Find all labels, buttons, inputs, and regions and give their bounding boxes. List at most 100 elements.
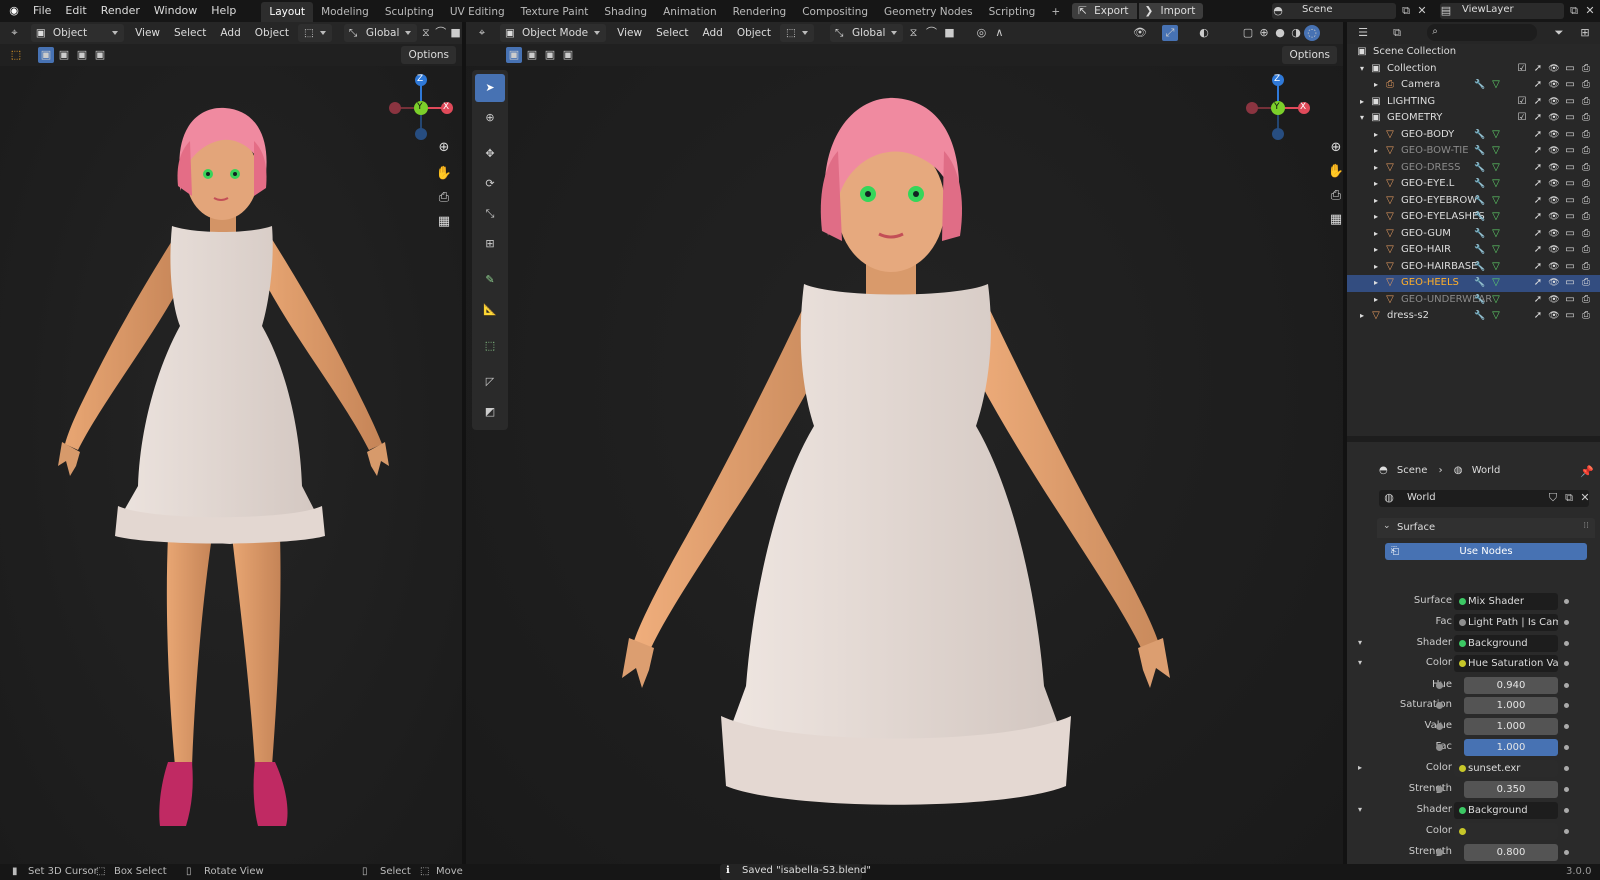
select-tool-icon[interactable]: ⬚ — [8, 47, 24, 63]
keyframe-dot-icon[interactable] — [1564, 683, 1569, 688]
orientation-dropdown-left[interactable]: ⤡ Global — [343, 24, 418, 42]
socket-link-field[interactable]: Light Path | Is Came... — [1454, 614, 1558, 631]
eye-icon[interactable]: 👁 — [1547, 276, 1561, 290]
expand-arrow-icon[interactable]: ▸ — [1369, 276, 1383, 290]
modifier-wrench-icon[interactable]: 🔧 — [1473, 78, 1487, 92]
select-mode-intersect-icon[interactable]: ▣ — [92, 47, 108, 63]
duplicate-world-icon[interactable]: ⧉ — [1561, 490, 1577, 506]
new-scene-icon[interactable]: ⧉ — [1398, 3, 1414, 19]
outliner-row-geo-heels[interactable]: ▸ ▽ GEO-HEELS 🔧 ▽ ➚ 👁 ▭ ⎙ — [1347, 275, 1600, 292]
keyframe-dot-icon[interactable] — [1564, 641, 1569, 646]
menu-file[interactable]: File — [26, 0, 58, 22]
proportional-icon-right[interactable]: ⌒ — [923, 25, 939, 41]
outliner-row-dress-s2[interactable]: ▸ ▽ dress-s2 🔧 ▽ ➚ 👁 ▭ ⎙ — [1347, 308, 1600, 325]
menu-window[interactable]: Window — [147, 0, 204, 22]
monitor-icon[interactable]: ▭ — [1563, 293, 1577, 307]
monitor-icon[interactable]: ▭ — [1563, 78, 1577, 92]
eye-icon[interactable]: 👁 — [1547, 227, 1561, 241]
keyframe-dot-icon[interactable] — [1564, 599, 1569, 604]
outliner-row-geo-eyebrow[interactable]: ▸ ▽ GEO-EYEBROW 🔧 ▽ ➚ 👁 ▭ ⎙ — [1347, 193, 1600, 210]
proportional-icon-left[interactable]: ⌒ — [434, 25, 447, 41]
render-camera-toggle-icon[interactable]: ⎙ — [1579, 95, 1593, 109]
eye-icon[interactable]: 👁 — [1547, 95, 1561, 109]
select-mode-subtract-icon[interactable]: ▣ — [74, 47, 90, 63]
modifier-wrench-icon[interactable]: 🔧 — [1473, 309, 1487, 323]
eye-icon[interactable]: 👁 — [1547, 243, 1561, 257]
measure-tool[interactable]: 📐 — [475, 296, 505, 324]
expand-triangle-icon[interactable]: ▾ — [1358, 805, 1362, 814]
selectable-arrow-icon[interactable]: ➚ — [1531, 260, 1545, 274]
pan-hand-icon-right[interactable]: ✋ — [1326, 162, 1343, 182]
import-button[interactable]: ❯ Import — [1138, 3, 1204, 19]
monitor-icon[interactable]: ▭ — [1563, 194, 1577, 208]
editor-type-icon-right[interactable]: ⌖ — [474, 25, 490, 41]
selectable-arrow-icon[interactable]: ➚ — [1531, 227, 1545, 241]
render-camera-toggle-icon[interactable]: ⎙ — [1579, 227, 1593, 241]
render-camera-toggle-icon[interactable]: ⎙ — [1579, 210, 1593, 224]
zoom-icon-right[interactable]: ⊕ — [1326, 138, 1343, 158]
modifier-wrench-icon[interactable]: 🔧 — [1473, 194, 1487, 208]
selectable-arrow-icon[interactable]: ➚ — [1531, 293, 1545, 307]
outliner-row-geo-dress[interactable]: ▸ ▽ GEO-DRESS 🔧 ▽ ➚ 👁 ▭ ⎙ — [1347, 160, 1600, 177]
editor-type-icon[interactable]: ⌖ — [8, 25, 21, 41]
viewport-menu-select-right[interactable]: Select — [649, 24, 695, 42]
monitor-icon[interactable]: ▭ — [1563, 161, 1577, 175]
value-slider[interactable]: 1.000 — [1464, 718, 1558, 735]
outliner-row-geo-body[interactable]: ▸ ▽ GEO-BODY 🔧 ▽ ➚ 👁 ▭ ⎙ — [1347, 127, 1600, 144]
tab-modeling[interactable]: Modeling — [313, 2, 377, 22]
save-report[interactable]: ℹ Saved "isabella-S3.blend" — [720, 864, 871, 880]
eye-icon[interactable]: 👁 — [1547, 111, 1561, 125]
tab-texture-paint[interactable]: Texture Paint — [513, 2, 597, 22]
socket-link-field[interactable] — [1454, 823, 1558, 840]
selectable-arrow-icon[interactable]: ➚ — [1531, 194, 1545, 208]
annotate-tool[interactable]: ✎ — [475, 266, 505, 294]
keyframe-dot-icon[interactable] — [1564, 808, 1569, 813]
eye-icon[interactable]: 👁 — [1547, 177, 1561, 191]
selectable-arrow-icon[interactable]: ➚ — [1531, 95, 1545, 109]
selectable-arrow-icon[interactable]: ➚ — [1531, 161, 1545, 175]
selectable-arrow-icon[interactable]: ➚ — [1531, 78, 1545, 92]
pivot-icon-left[interactable]: ⧖ — [419, 25, 432, 41]
viewport-right[interactable]: ➤ ⊕ ✥ ⟳ ⤡ ⊞ ✎ 📐 ⬚ ◸ ◩ Z X Y ⊕ ✋ ⎙ ▦ — [466, 66, 1343, 864]
select-mode-extend-icon-right[interactable]: ▣ — [524, 47, 540, 63]
modifier-wrench-icon[interactable]: 🔧 — [1473, 144, 1487, 158]
render-camera-toggle-icon[interactable]: ⎙ — [1579, 62, 1593, 76]
expand-arrow-icon[interactable]: ▸ — [1369, 210, 1383, 224]
tab-animation[interactable]: Animation — [655, 2, 725, 22]
mesh-data-icon[interactable]: ▽ — [1489, 227, 1503, 241]
tab-uv-editing[interactable]: UV Editing — [442, 2, 513, 22]
menu-help[interactable]: Help — [204, 0, 243, 22]
exclude-checkbox-icon[interactable]: ☑ — [1515, 111, 1529, 125]
selectable-arrow-icon[interactable]: ➚ — [1531, 128, 1545, 142]
render-camera-toggle-icon[interactable]: ⎙ — [1579, 177, 1593, 191]
expand-arrow-icon[interactable]: ▾ — [1355, 62, 1369, 76]
expand-arrow-icon[interactable]: ▸ — [1369, 260, 1383, 274]
value-slider[interactable]: 0.800 — [1464, 844, 1558, 861]
camera-view-icon-right[interactable]: ⎙ — [1326, 186, 1343, 206]
render-camera-toggle-icon[interactable]: ⎙ — [1579, 293, 1593, 307]
modifier-wrench-icon[interactable]: 🔧 — [1473, 177, 1487, 191]
tab-compositing[interactable]: Compositing — [794, 2, 876, 22]
display-mode-icon[interactable]: ⧉ — [1389, 25, 1405, 41]
expand-arrow-icon[interactable]: ▸ — [1369, 194, 1383, 208]
modifier-wrench-icon[interactable]: 🔧 — [1473, 210, 1487, 224]
mesh-data-icon[interactable]: ▽ — [1489, 243, 1503, 257]
select-mode-extend-icon[interactable]: ▣ — [56, 47, 72, 63]
modifier-wrench-icon[interactable]: 🔧 — [1473, 161, 1487, 175]
socket-link-field[interactable]: Mix Shader — [1454, 593, 1558, 610]
expand-arrow-icon[interactable]: ▸ — [1369, 177, 1383, 191]
move-tool[interactable]: ✥ — [475, 140, 505, 168]
scene-selector[interactable]: ◓ Scene ⧉ ✕ — [1272, 3, 1427, 19]
eye-icon[interactable]: 👁 — [1547, 194, 1561, 208]
modifier-wrench-icon[interactable]: 🔧 — [1473, 128, 1487, 142]
expand-triangle-icon[interactable]: ▸ — [1358, 763, 1362, 772]
mesh-data-icon[interactable]: ▽ — [1489, 144, 1503, 158]
expand-arrow-icon[interactable]: ▸ — [1369, 227, 1383, 241]
tab-shading[interactable]: Shading — [596, 2, 655, 22]
filter-icon[interactable]: ⏷ — [1551, 25, 1567, 41]
visibility-icon[interactable]: 👁 — [1132, 25, 1148, 41]
eye-icon[interactable]: 👁 — [1547, 210, 1561, 224]
keyframe-dot-icon[interactable] — [1564, 787, 1569, 792]
outliner-row-collection[interactable]: ▾ ▣ Collection ☑ ➚ 👁 ▭ ⎙ — [1347, 61, 1600, 78]
snap-dropdown-right[interactable]: ⬚ — [780, 24, 814, 42]
